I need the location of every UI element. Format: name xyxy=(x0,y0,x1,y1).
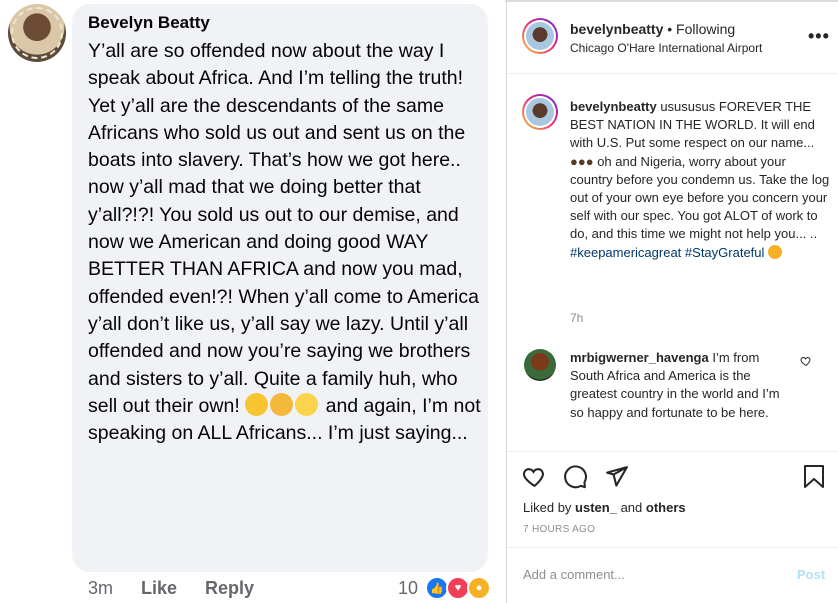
comment-text-part-1: Y’all are so offended now about the way … xyxy=(88,40,479,417)
hashtag-staygrateful[interactable]: #StayGrateful xyxy=(685,245,765,260)
comment-item: mrbigwerner_havenga I’m from South Afric… xyxy=(570,349,784,422)
reaction-count: 10 xyxy=(398,577,419,598)
instagram-panel: bevelynbeatty • Following Chicago O'Hare… xyxy=(507,2,838,603)
comment-time: 3m xyxy=(88,578,114,598)
more-options-icon[interactable]: ••• xyxy=(808,26,830,47)
caption-time: 7h xyxy=(570,311,584,325)
follow-status[interactable]: • Following xyxy=(667,21,735,37)
post-time-ago: 7 HOURS AGO xyxy=(523,524,596,535)
care-reaction-icon: ● xyxy=(467,576,492,600)
post-action-bar xyxy=(522,464,629,489)
reaction-summary[interactable]: 10 👍 ♥ ● xyxy=(398,576,492,600)
liked-by-user[interactable]: usten_ xyxy=(575,500,617,515)
share-paper-plane-icon[interactable] xyxy=(604,464,629,489)
comment-username[interactable]: mrbigwerner_havenga xyxy=(570,350,709,365)
caption-text-2: oh and Nigeria, worry about your country… xyxy=(570,153,830,242)
caption-author-avatar[interactable] xyxy=(522,94,558,130)
face-with-monocle-emoji xyxy=(245,392,269,416)
comment-bubble-icon[interactable] xyxy=(563,464,588,489)
reply-link[interactable]: Reply xyxy=(205,578,254,599)
post-author-avatar[interactable] xyxy=(522,18,558,54)
likes-joiner: and xyxy=(620,500,643,515)
tears-of-joy-emoji xyxy=(295,392,319,416)
likes-summary: Liked by usten_ and others xyxy=(523,500,686,515)
like-heart-icon[interactable] xyxy=(522,464,547,489)
header-divider xyxy=(507,73,838,74)
commenter-avatar-ig[interactable] xyxy=(524,349,556,381)
comment-like-heart-icon[interactable] xyxy=(800,355,812,367)
post-caption: bevelynbeatty usususus FOREVER THE BEST … xyxy=(570,98,832,262)
post-location[interactable]: Chicago O'Hare International Airport xyxy=(570,41,762,55)
comment-text: Y’all are so offended now about the way … xyxy=(88,38,483,447)
comment-input-divider xyxy=(507,547,838,548)
hashtag-keepamericagreat[interactable]: #keepamericagreat xyxy=(570,245,681,260)
comment-author[interactable]: Bevelyn Beatty xyxy=(88,13,210,33)
add-comment-input[interactable]: Add a comment... xyxy=(523,567,625,582)
kissing-face-emoji xyxy=(768,244,783,259)
like-link[interactable]: Like xyxy=(141,578,177,599)
raised-fist-emojis: ●●● xyxy=(570,153,594,169)
post-comment-button[interactable]: Post xyxy=(797,567,825,582)
actions-divider xyxy=(507,451,838,452)
facebook-comment-panel: Bevelyn Beatty Y’all are so offended now… xyxy=(0,0,505,603)
comment-actions: 3m Like Reply xyxy=(88,578,254,599)
likes-prefix: Liked by xyxy=(523,500,572,515)
commenter-avatar[interactable] xyxy=(8,4,66,62)
bookmark-icon[interactable] xyxy=(803,464,825,489)
thinking-face-emoji xyxy=(270,392,294,416)
post-author-username[interactable]: bevelynbeatty xyxy=(570,21,663,37)
caption-username[interactable]: bevelynbeatty xyxy=(570,99,657,114)
likes-others-link[interactable]: others xyxy=(646,500,686,515)
post-header-user: bevelynbeatty • Following xyxy=(570,21,735,37)
